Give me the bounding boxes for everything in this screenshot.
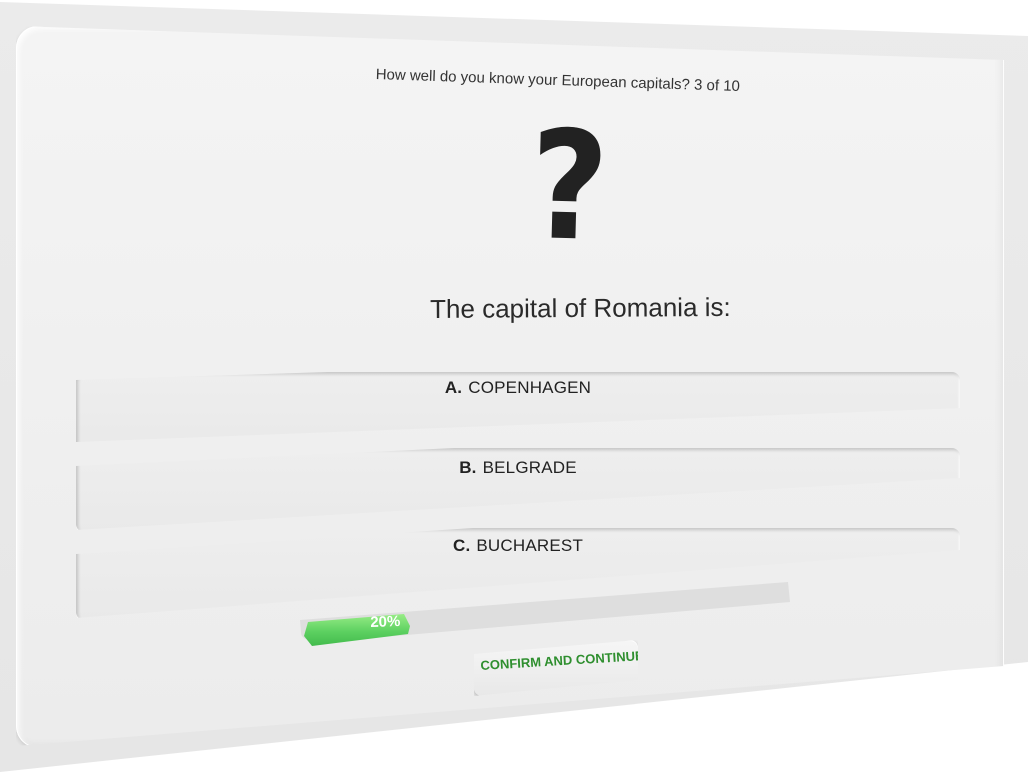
answer-label: A. COPENHAGEN: [76, 378, 960, 398]
answer-letter: C.: [452, 536, 471, 555]
answer-label: B. BELGRADE: [76, 458, 960, 478]
answer-letter: A.: [444, 378, 463, 397]
answer-text: COPENHAGEN: [468, 378, 592, 397]
question-mark-icon: ?: [527, 99, 611, 276]
quiz-screen: How well do you know your European capit…: [0, 0, 1028, 774]
answer-text: BELGRADE: [482, 458, 577, 477]
progress-percent: 20%: [370, 612, 401, 631]
question-text: The capital of Romania is:: [430, 291, 731, 324]
confirm-button-label: CONFIRM AND CONTINUE: [480, 648, 645, 673]
answer-letter: B.: [459, 458, 477, 477]
answer-text: BUCHAREST: [476, 536, 584, 555]
